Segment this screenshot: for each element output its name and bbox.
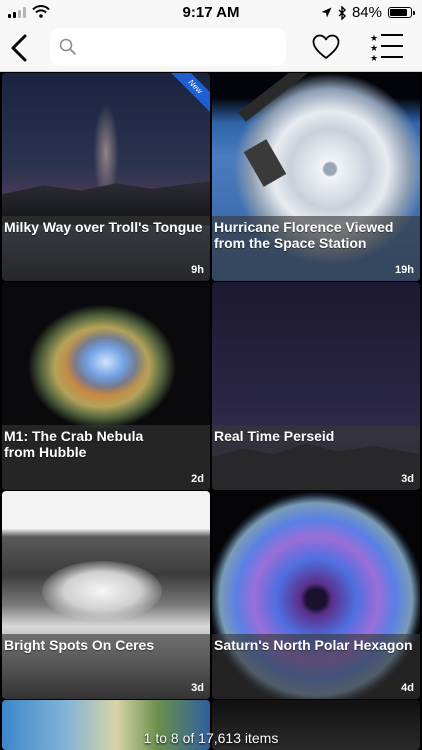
nav-bar: ★ ★ ★ xyxy=(0,24,422,72)
search-box[interactable] xyxy=(50,28,286,66)
item-age: 19h xyxy=(395,264,414,276)
back-chevron-icon xyxy=(11,34,27,62)
svg-text:★: ★ xyxy=(370,54,378,61)
battery-icon xyxy=(388,7,415,18)
item-title: M1: The Crab Nebula from Hubble xyxy=(4,428,144,460)
search-input[interactable] xyxy=(82,34,282,62)
grid-item[interactable]: Bright Spots On Ceres 3d xyxy=(2,491,210,699)
svg-text:★: ★ xyxy=(370,44,378,54)
item-title: Hurricane Florence Viewed from the Space… xyxy=(214,219,394,251)
grid-item[interactable]: Saturn's North Polar Hexagon 4d xyxy=(212,491,420,699)
heart-icon xyxy=(312,34,340,59)
grid-item[interactable]: Hurricane Florence Viewed from the Space… xyxy=(212,73,420,281)
favorites-button[interactable] xyxy=(312,34,340,60)
item-title: Milky Way over Troll's Tongue xyxy=(4,219,203,235)
sort-list-button[interactable]: ★ ★ ★ xyxy=(370,33,404,64)
item-title: Saturn's North Polar Hexagon xyxy=(214,637,413,653)
item-age: 3d xyxy=(401,473,414,485)
item-age: 9h xyxy=(191,264,204,276)
item-title: Real Time Perseid xyxy=(214,428,335,444)
back-button[interactable] xyxy=(6,32,32,64)
item-age: 2d xyxy=(191,473,204,485)
item-age: 4d xyxy=(401,682,414,694)
grid-item[interactable]: New Milky Way over Troll's Tongue 9h xyxy=(2,73,210,281)
battery-percent: 84% xyxy=(351,4,382,21)
starred-list-icon: ★ ★ ★ xyxy=(370,34,403,64)
svg-text:★: ★ xyxy=(370,34,378,44)
grid-item[interactable]: M1: The Crab Nebula from Hubble 2d xyxy=(2,282,210,490)
location-icon xyxy=(321,7,332,18)
search-icon xyxy=(59,38,76,55)
item-age: 3d xyxy=(191,682,204,694)
item-title: Bright Spots On Ceres xyxy=(4,637,155,653)
image-grid: New Milky Way over Troll's Tongue 9h Hur… xyxy=(0,72,422,750)
pagination-label: 1 to 8 of 17,613 items xyxy=(143,730,279,746)
status-bar: 9:17 AM 84% xyxy=(0,0,422,24)
grid-item[interactable]: Real Time Perseid 3d xyxy=(212,282,420,490)
bluetooth-icon xyxy=(338,5,346,20)
